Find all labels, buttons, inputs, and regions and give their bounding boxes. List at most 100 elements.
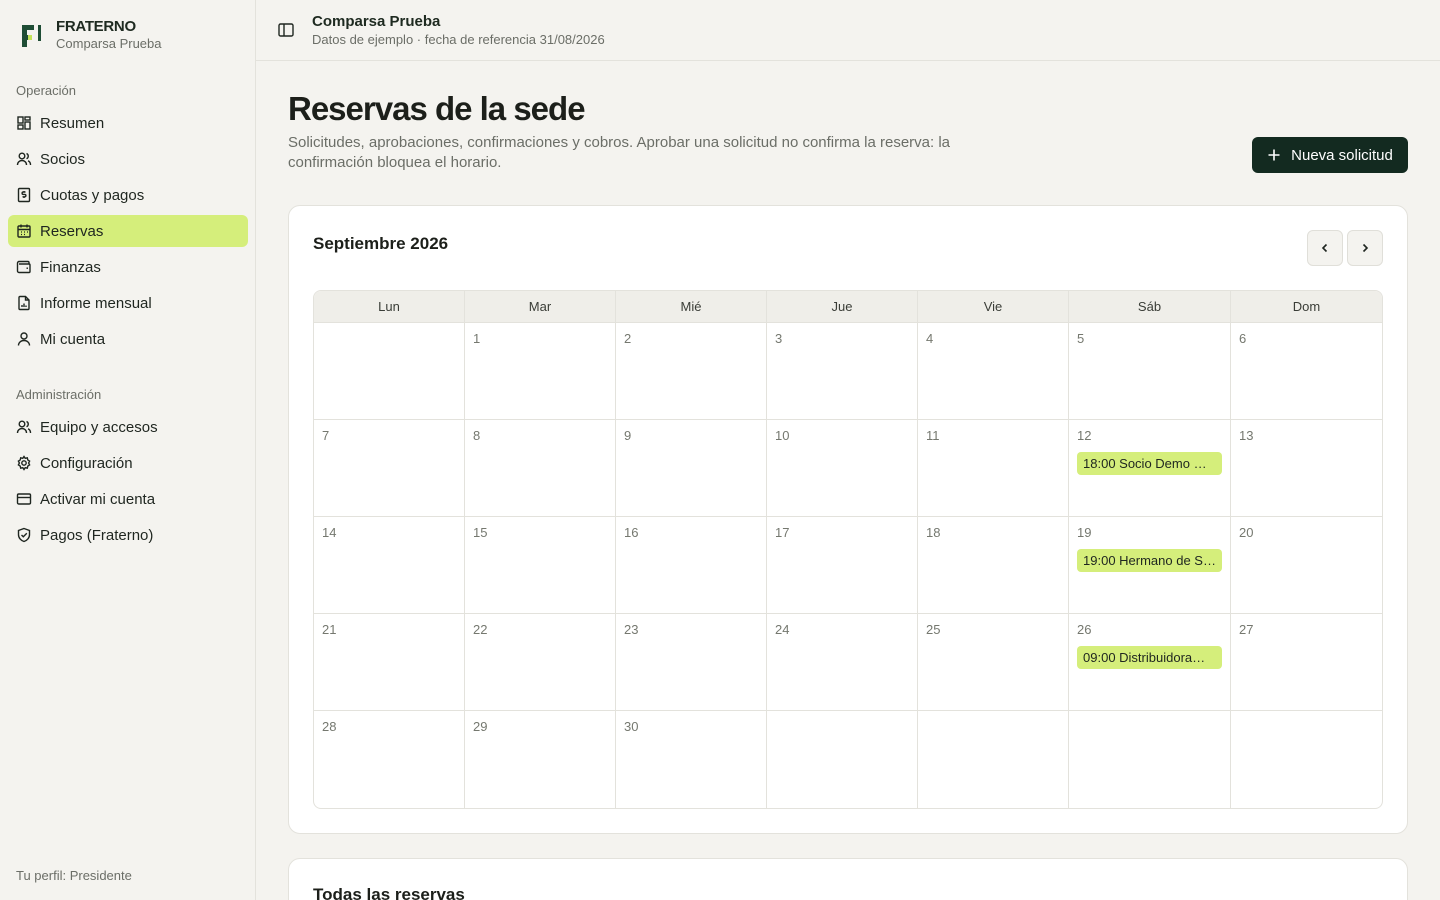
day-number: 28 xyxy=(322,719,337,734)
topbar: Comparsa Prueba Datos de ejemplo · fecha… xyxy=(256,0,1440,61)
sidebar-item-resumen[interactable]: Resumen xyxy=(8,107,248,139)
calendar-day[interactable]: 30 xyxy=(616,711,767,808)
calendar-day[interactable]: 23 xyxy=(616,614,767,711)
calendar-day[interactable]: 16 xyxy=(616,517,767,614)
calendar-day[interactable]: 26 09:00 Distribuidora… xyxy=(1069,614,1231,711)
gear-icon xyxy=(17,455,31,471)
calendar-day[interactable]: 19 19:00 Hermano de S… xyxy=(1069,517,1231,614)
calendar-day[interactable]: 11 xyxy=(918,420,1070,517)
topbar-title: Comparsa Prueba xyxy=(312,13,441,30)
sidebar-item-socios[interactable]: Socios xyxy=(8,143,248,175)
sidebar: FRATERNO Comparsa Prueba Operación Resum… xyxy=(0,0,256,900)
sidebar-item-informe[interactable]: Informe mensual xyxy=(8,287,248,319)
users-icon xyxy=(16,152,32,166)
sidebar-item-label: Socios xyxy=(40,150,86,168)
sidebar-item-label: Informe mensual xyxy=(40,294,152,312)
day-number: 16 xyxy=(624,525,639,540)
calendar-empty-day xyxy=(767,711,919,808)
brand-org: Comparsa Prueba xyxy=(56,36,162,51)
topbar-subtitle: Datos de ejemplo · fecha de referencia 3… xyxy=(312,32,605,47)
calendar-day[interactable]: 22 xyxy=(465,614,616,711)
calendar-day[interactable]: 8 xyxy=(465,420,616,517)
day-number: 25 xyxy=(926,622,941,637)
calendar-day[interactable]: 5 xyxy=(1069,323,1231,420)
calendar-day[interactable]: 4 xyxy=(918,323,1070,420)
day-number: 15 xyxy=(473,525,488,540)
nav-section-operacion: Operación Resumen Socios Cuotas y pagos … xyxy=(8,81,248,359)
calendar-day[interactable]: 24 xyxy=(767,614,919,711)
calendar-day[interactable]: 6 xyxy=(1230,323,1382,420)
reservation-event[interactable]: 09:00 Distribuidora… xyxy=(1077,646,1222,669)
receipt-icon xyxy=(17,187,31,203)
calendar-day[interactable]: 9 xyxy=(616,420,767,517)
shield-check-icon xyxy=(17,527,31,543)
dashboard-icon xyxy=(17,116,31,130)
day-number: 10 xyxy=(775,428,790,443)
day-number: 14 xyxy=(322,525,337,540)
fraterno-logo xyxy=(22,25,41,47)
sidebar-item-finanzas[interactable]: Finanzas xyxy=(8,251,248,283)
sidebar-item-label: Pagos (Fraterno) xyxy=(40,526,154,544)
weekday-header: Sáb xyxy=(1069,291,1231,323)
team-icon xyxy=(16,420,32,434)
sidebar-item-label: Configuración xyxy=(40,454,133,472)
calendar-day[interactable]: 15 xyxy=(465,517,616,614)
day-number: 7 xyxy=(322,428,330,443)
next-month-button[interactable] xyxy=(1347,230,1383,266)
calendar-day[interactable]: 25 xyxy=(918,614,1070,711)
calendar-day[interactable]: 12 18:00 Socio Demo … xyxy=(1069,420,1231,517)
calendar-day[interactable]: 20 xyxy=(1230,517,1382,614)
calendar-day[interactable]: 14 xyxy=(314,517,465,614)
calendar-day[interactable]: 10 xyxy=(767,420,919,517)
wallet-icon xyxy=(16,260,31,274)
day-number: 26 xyxy=(1077,622,1092,637)
day-number: 21 xyxy=(322,622,337,637)
brand[interactable]: FRATERNO Comparsa Prueba xyxy=(20,18,162,52)
calendar-day[interactable]: 3 xyxy=(767,323,919,420)
calendar-day[interactable]: 18 xyxy=(918,517,1070,614)
day-number: 5 xyxy=(1077,331,1085,346)
sidebar-item-configuracion[interactable]: Configuración xyxy=(8,447,248,479)
chevron-left-icon xyxy=(1321,243,1328,253)
calendar-day[interactable]: 1 xyxy=(465,323,616,420)
weekday-header: Vie xyxy=(918,291,1070,323)
file-chart-icon xyxy=(18,295,30,311)
day-number: 4 xyxy=(926,331,934,346)
calendar-day[interactable]: 27 xyxy=(1230,614,1382,711)
calendar-day[interactable]: 21 xyxy=(314,614,465,711)
calendar-day[interactable]: 13 xyxy=(1230,420,1382,517)
calendar-day[interactable]: 29 xyxy=(465,711,616,808)
day-number: 8 xyxy=(473,428,481,443)
credit-card-icon xyxy=(16,493,32,505)
prev-month-button[interactable] xyxy=(1307,230,1343,266)
user-icon xyxy=(17,332,31,346)
calendar-day[interactable]: 17 xyxy=(767,517,919,614)
reservation-event[interactable]: 19:00 Hermano de S… xyxy=(1077,549,1222,572)
reservation-event[interactable]: 18:00 Socio Demo … xyxy=(1077,452,1222,475)
calendar-grid: Lun Mar Mié Jue Vie Sáb Dom 1 2 3 4 5 6 7 8 9 10 11 12 18:0… xyxy=(313,290,1383,809)
calendar-day[interactable]: 28 xyxy=(314,711,465,808)
day-number: 22 xyxy=(473,622,488,637)
sidebar-item-label: Cuotas y pagos xyxy=(40,186,145,204)
sidebar-item-activar[interactable]: Activar mi cuenta xyxy=(8,483,248,515)
sidebar-item-equipo[interactable]: Equipo y accesos xyxy=(8,411,248,443)
sidebar-item-label: Mi cuenta xyxy=(40,330,106,348)
day-number: 30 xyxy=(624,719,639,734)
reservations-list-card: Todas las reservas xyxy=(288,858,1408,900)
calendar-day[interactable]: 2 xyxy=(616,323,767,420)
sidebar-item-cuotas[interactable]: Cuotas y pagos xyxy=(8,179,248,211)
day-number: 13 xyxy=(1238,428,1254,443)
sidebar-item-pagos-fraterno[interactable]: Pagos (Fraterno) xyxy=(8,519,248,551)
day-number: 3 xyxy=(775,331,783,346)
calendar-empty-day xyxy=(1231,711,1382,808)
day-number: 29 xyxy=(473,719,488,734)
sidebar-item-mi-cuenta[interactable]: Mi cuenta xyxy=(8,323,248,355)
sidebar-toggle-icon[interactable] xyxy=(276,20,296,40)
day-number: 23 xyxy=(624,622,639,637)
day-number: 1 xyxy=(473,331,481,346)
weekday-header: Mar xyxy=(465,291,616,323)
calendar-day[interactable]: 7 xyxy=(314,420,465,517)
chevron-right-icon xyxy=(1362,243,1369,253)
new-request-button[interactable]: Nueva solicitud xyxy=(1252,137,1408,173)
sidebar-item-reservas[interactable]: Reservas xyxy=(8,215,248,247)
